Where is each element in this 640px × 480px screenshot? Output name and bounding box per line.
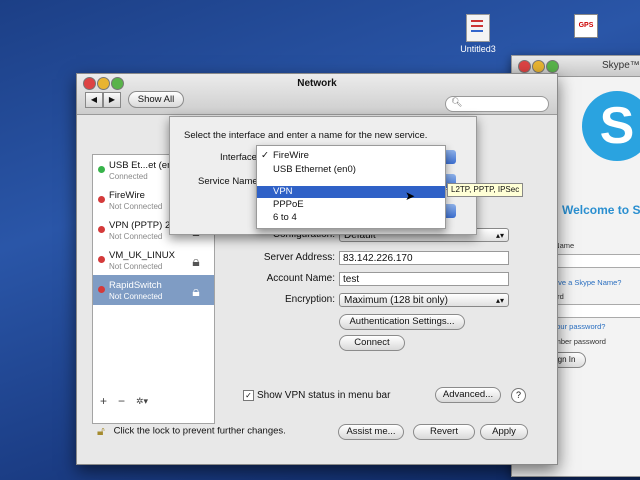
revert-button[interactable]: Revert	[413, 424, 475, 440]
magnifier-icon: 🔍︎	[451, 97, 463, 107]
menu-item-firewire[interactable]: ✓ FireWire	[257, 150, 445, 162]
authentication-settings-button[interactable]: Authentication Settings...	[339, 314, 465, 330]
sheet-button-stub[interactable]	[446, 204, 456, 218]
checkmark-icon: ✓	[243, 390, 254, 401]
menu-item-label: FireWire	[273, 150, 309, 161]
window-title: Network	[297, 78, 337, 89]
service-name-label: Service Name	[198, 176, 258, 187]
show-vpn-status-checkbox[interactable]: ✓ Show VPN status in menu bar	[243, 390, 390, 401]
service-name: USB Et...et (en	[109, 160, 173, 171]
gear-icon[interactable]: ✲▾	[136, 396, 148, 407]
menu-item-6to4[interactable]: 6 to 4	[257, 212, 445, 224]
account-name-input[interactable]: test	[339, 272, 509, 286]
service-name: VM_UK_LINUX	[109, 250, 175, 261]
search-input[interactable]: 🔍︎	[445, 96, 549, 112]
status-dot	[98, 166, 105, 173]
lock-row: 🔓︎ Click the lock to prevent further cha…	[97, 424, 286, 438]
menu-item-pppoe[interactable]: PPPoE	[257, 199, 445, 211]
forward-button[interactable]: ▶	[103, 92, 121, 108]
add-service-button[interactable]: +	[100, 394, 107, 408]
status-dot	[98, 286, 105, 293]
checkbox-label: Show VPN status in menu bar	[257, 390, 391, 402]
show-all-button[interactable]: Show All	[128, 91, 184, 108]
menu-item-label: VPN	[273, 186, 293, 197]
advanced-button[interactable]: Advanced...	[435, 387, 501, 403]
remove-service-button[interactable]: −	[118, 394, 125, 408]
service-item-rapidswitch[interactable]: RapidSwitch Not Connected 🔒︎	[93, 275, 214, 305]
service-status: Not Connected	[109, 202, 163, 211]
lock-text: Click the lock to prevent further change…	[113, 425, 286, 437]
checkmark-icon: ✓	[261, 150, 269, 161]
interface-dropdown-menu[interactable]: ✓ FireWire USB Ethernet (en0) VPN PPPoE 6…	[256, 145, 446, 229]
close-button[interactable]	[518, 60, 531, 73]
vpn-tooltip: L2TP, PPTP, IPSec	[447, 183, 524, 197]
status-dot	[98, 226, 105, 233]
status-dot	[98, 196, 105, 203]
desktop-icon-gps[interactable]: GPS	[568, 14, 604, 40]
skype-logo-icon: S	[582, 91, 640, 161]
vpn-lock-icon: 🔒︎	[192, 253, 200, 269]
service-name: VPN (PPTP) 2	[109, 220, 171, 231]
menu-item-label: PPPoE	[273, 199, 304, 210]
minimize-button[interactable]	[532, 60, 545, 73]
service-status: Not Connected	[109, 292, 163, 301]
help-button[interactable]: ?	[511, 388, 526, 403]
network-titlebar[interactable]: Network ◀ ▶ Show All 🔍︎	[77, 74, 557, 115]
service-status: Not Connected	[109, 232, 163, 241]
lock-icon[interactable]: 🔓︎	[97, 424, 111, 438]
service-name: FireWire	[109, 190, 145, 201]
mouse-pointer-icon: ➤	[405, 189, 416, 203]
menu-item-label: 6 to 4	[273, 212, 297, 223]
status-dot	[98, 256, 105, 263]
interface-label: Interface	[220, 152, 257, 163]
service-status: Not Connected	[109, 262, 163, 271]
back-arrow-icon: ◀	[90, 95, 98, 104]
menu-item-label: USB Ethernet (en0)	[273, 164, 356, 175]
service-status: Connected	[109, 172, 148, 181]
skype-title: Skype™	[602, 60, 640, 71]
menu-item-usb-ethernet[interactable]: USB Ethernet (en0)	[257, 164, 445, 176]
skype-welcome: Welcome to S	[562, 203, 640, 217]
server-address-input[interactable]: 83.142.226.170	[339, 251, 509, 265]
gps-app-icon: GPS	[574, 14, 598, 38]
zoom-button[interactable]	[546, 60, 559, 73]
assist-me-button[interactable]: Assist me...	[338, 424, 404, 440]
server-address-label: Server Address:	[263, 252, 335, 263]
back-button[interactable]: ◀	[85, 92, 103, 108]
interface-popup-stub[interactable]	[446, 150, 456, 164]
apply-button[interactable]: Apply	[480, 424, 528, 440]
encryption-value: Maximum (128 bit only)	[344, 295, 448, 306]
vpn-lock-icon: 🔒︎	[192, 283, 200, 299]
document-icon	[466, 14, 490, 42]
connect-button[interactable]: Connect	[339, 335, 405, 351]
popup-arrows-icon: ▴▾	[495, 296, 504, 305]
service-name: RapidSwitch	[109, 280, 162, 291]
popup-arrows-icon: ▴▾	[495, 231, 504, 240]
encryption-popup[interactable]: Maximum (128 bit only) ▴▾	[339, 293, 509, 307]
sheet-instruction: Select the interface and enter a name fo…	[184, 130, 428, 141]
forward-arrow-icon: ▶	[108, 95, 116, 104]
desktop-icon-untitled3[interactable]: Untitled3	[455, 14, 501, 54]
encryption-label: Encryption:	[284, 294, 335, 305]
desktop-icon-label: Untitled3	[460, 44, 496, 54]
service-list-toolbar: + − ✲▾	[92, 392, 213, 412]
menu-item-vpn[interactable]: VPN	[257, 186, 445, 198]
service-item-vm-uk-linux[interactable]: VM_UK_LINUX Not Connected 🔒︎	[93, 245, 214, 275]
account-name-label: Account Name:	[266, 273, 335, 284]
network-window: Network ◀ ▶ Show All 🔍︎ USB Et...et (en …	[76, 73, 558, 465]
